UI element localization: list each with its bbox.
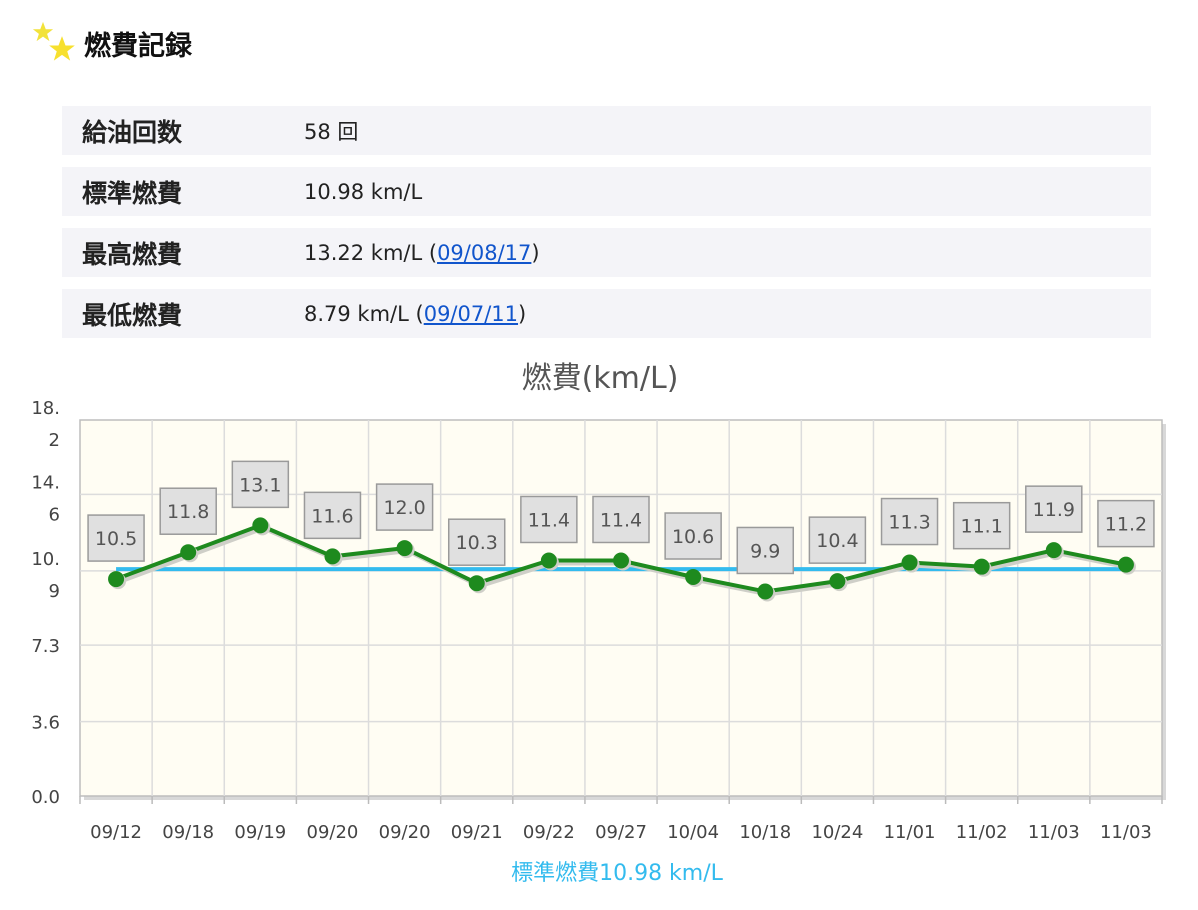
- y-tick-label: 0.0: [31, 787, 60, 808]
- x-tick-label: 09/20: [379, 822, 431, 843]
- x-tick-label: 09/12: [90, 822, 142, 843]
- data-point: [468, 575, 485, 592]
- data-point: [180, 544, 197, 561]
- x-tick-label: 09/21: [451, 822, 503, 843]
- x-tick-label: 11/02: [956, 822, 1008, 843]
- page-title: 燃費記録: [84, 30, 192, 62]
- stats-row-refuel-count: 給油回数 58 回: [62, 106, 1151, 155]
- data-point: [396, 540, 413, 557]
- x-tick-label: 09/18: [162, 822, 214, 843]
- x-tick-label: 09/22: [523, 822, 575, 843]
- data-point: [1045, 542, 1062, 559]
- standard-line-legend: 標準燃費10.98 km/L: [511, 861, 724, 886]
- data-point: [252, 517, 269, 534]
- data-label: 11.4: [600, 509, 642, 531]
- stats-value: 58 回: [304, 119, 359, 144]
- y-tick-label: 6: [49, 504, 60, 525]
- data-point: [829, 573, 846, 590]
- stats-value: 8.79 km/L (09/07/11): [304, 301, 527, 326]
- y-tick-label: 10.: [31, 549, 60, 570]
- y-tick-label: 14.: [31, 472, 60, 493]
- x-tick-label: 11/03: [1100, 822, 1152, 843]
- data-label: 11.6: [311, 505, 353, 527]
- stats-row-worst: 最低燃費 8.79 km/L (09/07/11): [62, 289, 1151, 338]
- data-point: [901, 554, 918, 571]
- data-point: [540, 552, 557, 569]
- x-tick-label: 11/01: [884, 822, 936, 843]
- x-tick-label: 10/04: [667, 822, 719, 843]
- y-tick-label: 2: [49, 430, 60, 451]
- data-point: [685, 569, 702, 586]
- stats-row-standard: 標準燃費 10.98 km/L: [62, 167, 1151, 216]
- data-label: 9.9: [750, 540, 780, 562]
- x-tick-label: 09/20: [307, 822, 359, 843]
- chart-title: 燃費(km/L): [522, 361, 679, 396]
- y-tick-label: 3.6: [31, 713, 60, 734]
- data-label: 13.1: [239, 474, 281, 496]
- data-label: 10.5: [95, 528, 137, 550]
- data-point: [613, 552, 629, 569]
- x-tick-label: 11/03: [1028, 822, 1080, 843]
- data-label: 10.6: [672, 526, 714, 548]
- data-point: [108, 571, 125, 588]
- stars-icon: [32, 21, 80, 65]
- data-label: 11.2: [1105, 514, 1147, 536]
- stats-table: 給油回数 58 回 標準燃費 10.98 km/L 最高燃費 13.22 km/…: [62, 106, 1151, 350]
- fuel-economy-chart: 0.0 3.6 7.3 10. 9 14. 6 18. 2 09/12 09/18 09/19 09/2…: [31, 361, 1166, 886]
- page-header: 燃費記録: [32, 18, 192, 68]
- data-point: [757, 583, 774, 600]
- worst-date-link[interactable]: 09/07/11: [424, 302, 518, 326]
- x-tick-label: 09/27: [595, 822, 647, 843]
- stats-row-best: 最高燃費 13.22 km/L (09/08/17): [62, 228, 1151, 277]
- stats-label: 標準燃費: [82, 178, 183, 208]
- data-label: 11.8: [167, 501, 209, 523]
- best-date-link[interactable]: 09/08/17: [437, 241, 531, 265]
- data-point: [1117, 556, 1134, 573]
- x-tick-label: 09/19: [234, 822, 286, 843]
- stats-value: 13.22 km/L (09/08/17): [304, 240, 540, 265]
- data-label: 12.0: [383, 497, 425, 519]
- x-tick-label: 10/18: [739, 822, 791, 843]
- stats-label: 最低燃費: [82, 300, 183, 330]
- data-label: 11.3: [888, 512, 930, 534]
- data-label: 11.4: [528, 509, 570, 531]
- y-tick-label: 9: [49, 581, 60, 602]
- stats-value: 10.98 km/L: [304, 179, 423, 204]
- data-point: [324, 548, 341, 565]
- stats-label: 最高燃費: [82, 239, 183, 269]
- data-label: 11.1: [961, 516, 1003, 538]
- data-label: 10.4: [816, 530, 858, 552]
- data-point: [973, 558, 990, 575]
- data-label: 11.9: [1033, 499, 1075, 521]
- y-tick-label: 18.: [31, 398, 60, 419]
- y-tick-label: 7.3: [31, 636, 60, 657]
- stats-label: 給油回数: [82, 117, 183, 147]
- data-label: 10.3: [456, 532, 498, 554]
- x-tick-label: 10/24: [811, 822, 863, 843]
